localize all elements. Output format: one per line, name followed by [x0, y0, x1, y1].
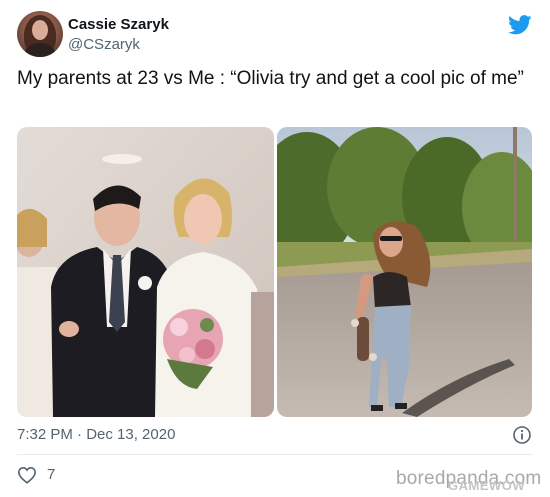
heart-icon[interactable]	[17, 466, 37, 484]
info-icon[interactable]	[512, 425, 532, 445]
tweet-text: My parents at 23 vs Me : “Olivia try and…	[17, 68, 524, 89]
skateboard-photo[interactable]	[277, 127, 532, 417]
tweet-timestamp[interactable]: 7:32 PM · Dec 13, 2020	[17, 426, 175, 443]
author-handle[interactable]: @CSzaryk	[68, 36, 140, 53]
watermark-gamewow: GAMEWOW	[448, 478, 526, 493]
like-count: 7	[47, 466, 56, 483]
author-display-name[interactable]: Cassie Szaryk	[68, 16, 169, 33]
author-avatar[interactable]	[17, 11, 63, 57]
twitter-bird-icon[interactable]	[508, 14, 532, 36]
wedding-photo[interactable]	[17, 127, 274, 417]
divider	[17, 454, 533, 455]
tweet-card: Cassie Szaryk @CSzaryk My parents at 23 …	[0, 0, 550, 497]
